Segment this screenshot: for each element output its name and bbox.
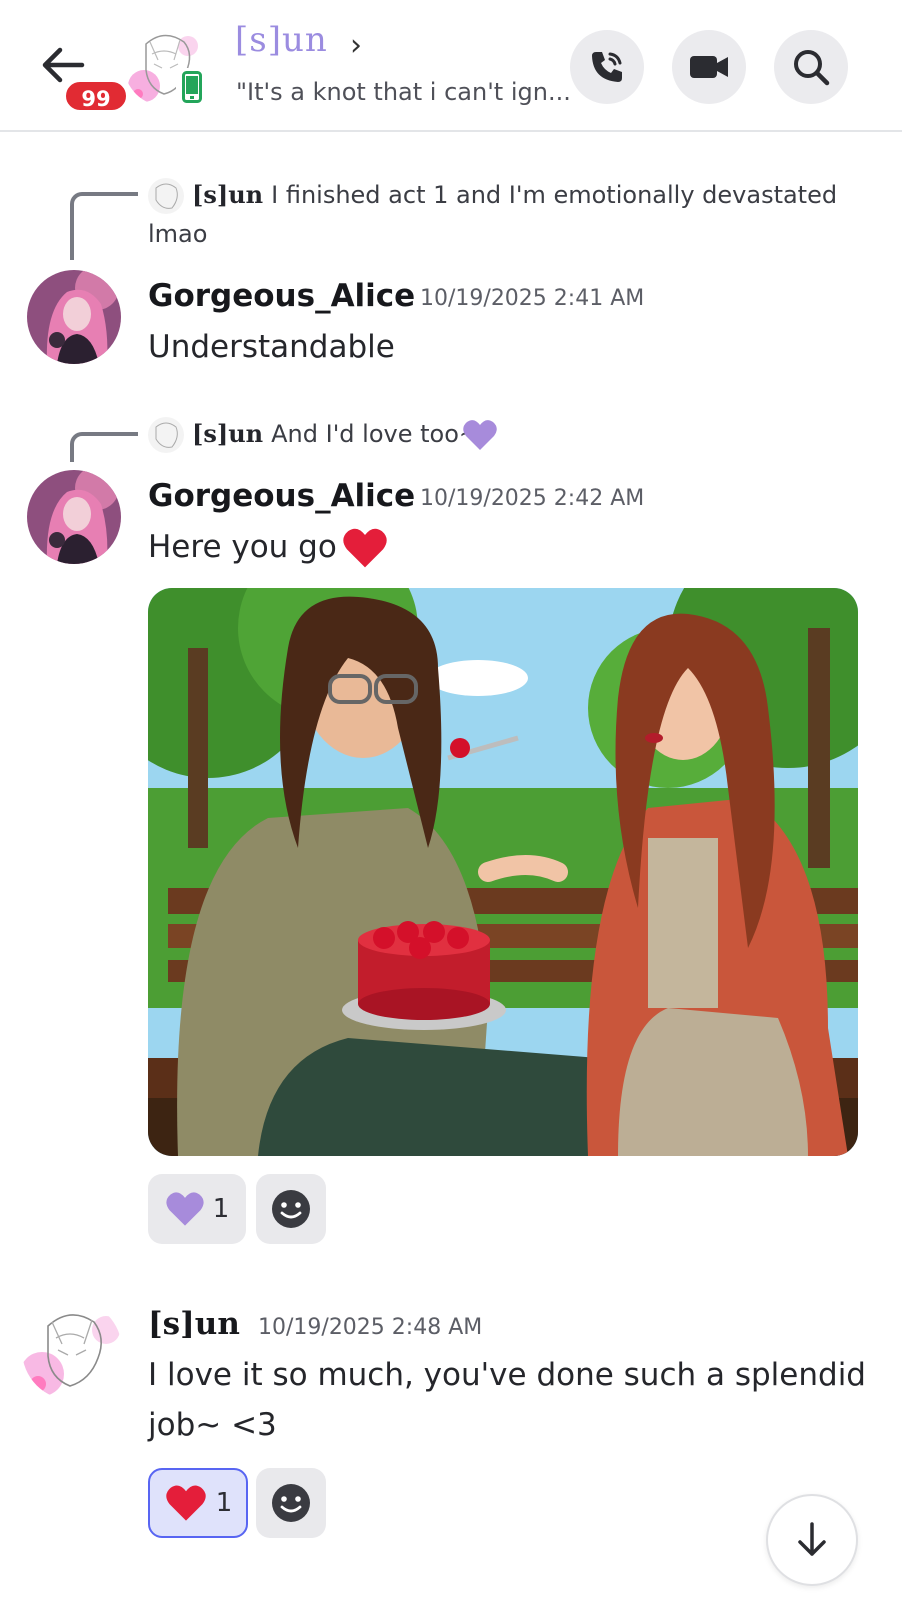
reply-text-continued: lmao xyxy=(148,220,208,248)
purple-heart-icon xyxy=(166,1192,204,1226)
reaction-count: 1 xyxy=(212,1194,230,1224)
timestamp: 10/19/2025 2:41 AM xyxy=(420,286,645,311)
add-reaction-button[interactable] xyxy=(256,1468,326,1538)
custom-status: "It's a knot that i can't ign... xyxy=(236,78,571,106)
reply-author: [s]un xyxy=(192,419,264,448)
reply-preview[interactable]: [s]un I finished act 1 and I'm emotionall… xyxy=(192,180,837,209)
reply-avatar[interactable] xyxy=(148,417,184,453)
red-heart-icon xyxy=(165,1485,206,1521)
message-text: Understandable xyxy=(148,329,395,365)
search-icon xyxy=(794,50,830,86)
reply-text: And I'd love too~ xyxy=(271,420,479,448)
unread-badge: 99 xyxy=(63,79,129,113)
author-name[interactable]: [s]un xyxy=(148,1306,240,1342)
message-text-line-1: I love it so much, you've done such a sp… xyxy=(148,1357,866,1393)
message-text: Here you go xyxy=(148,529,337,565)
phone-call-icon xyxy=(592,52,622,82)
jump-to-bottom-button[interactable] xyxy=(766,1494,858,1586)
red-heart-icon xyxy=(343,528,387,568)
search-button[interactable] xyxy=(774,30,848,104)
reply-author: [s]un xyxy=(192,180,264,209)
reply-avatar[interactable] xyxy=(148,178,184,214)
avatar-gorgeous-alice[interactable] xyxy=(27,470,121,564)
reaction-red-heart[interactable]: 1 xyxy=(148,1468,248,1538)
reply-connector xyxy=(70,192,138,260)
smiley-icon xyxy=(272,1190,310,1228)
reply-connector xyxy=(70,432,138,462)
reply-text: I finished act 1 and I'm emotionally dev… xyxy=(271,181,838,209)
purple-heart-icon xyxy=(463,420,497,450)
author-name[interactable]: Gorgeous_Alice xyxy=(148,478,415,514)
channel-name[interactable]: [s]un xyxy=(235,20,328,60)
mobile-status-icon xyxy=(176,68,208,106)
timestamp: 10/19/2025 2:48 AM xyxy=(258,1315,483,1340)
reply-preview[interactable]: [s]un And I'd love too~ xyxy=(192,419,479,448)
voice-call-button[interactable] xyxy=(570,30,644,104)
video-camera-icon xyxy=(690,56,728,78)
smiley-icon xyxy=(272,1484,310,1522)
reaction-purple-heart[interactable]: 1 xyxy=(148,1174,246,1244)
video-call-button[interactable] xyxy=(672,30,746,104)
reaction-count: 1 xyxy=(215,1488,233,1518)
image-attachment[interactable] xyxy=(148,588,858,1156)
chat-header: 99 [s]un › "It's a knot that i can't ign… xyxy=(0,0,902,132)
message-text-line-2: job~ <3 xyxy=(148,1407,277,1443)
author-name[interactable]: Gorgeous_Alice xyxy=(148,278,415,314)
arrow-down-icon xyxy=(798,1522,826,1556)
add-reaction-button[interactable] xyxy=(256,1174,326,1244)
avatar-gorgeous-alice[interactable] xyxy=(27,270,121,364)
chevron-right-icon[interactable]: › xyxy=(350,28,362,63)
timestamp: 10/19/2025 2:42 AM xyxy=(420,486,645,511)
avatar-sun[interactable] xyxy=(22,1300,122,1400)
